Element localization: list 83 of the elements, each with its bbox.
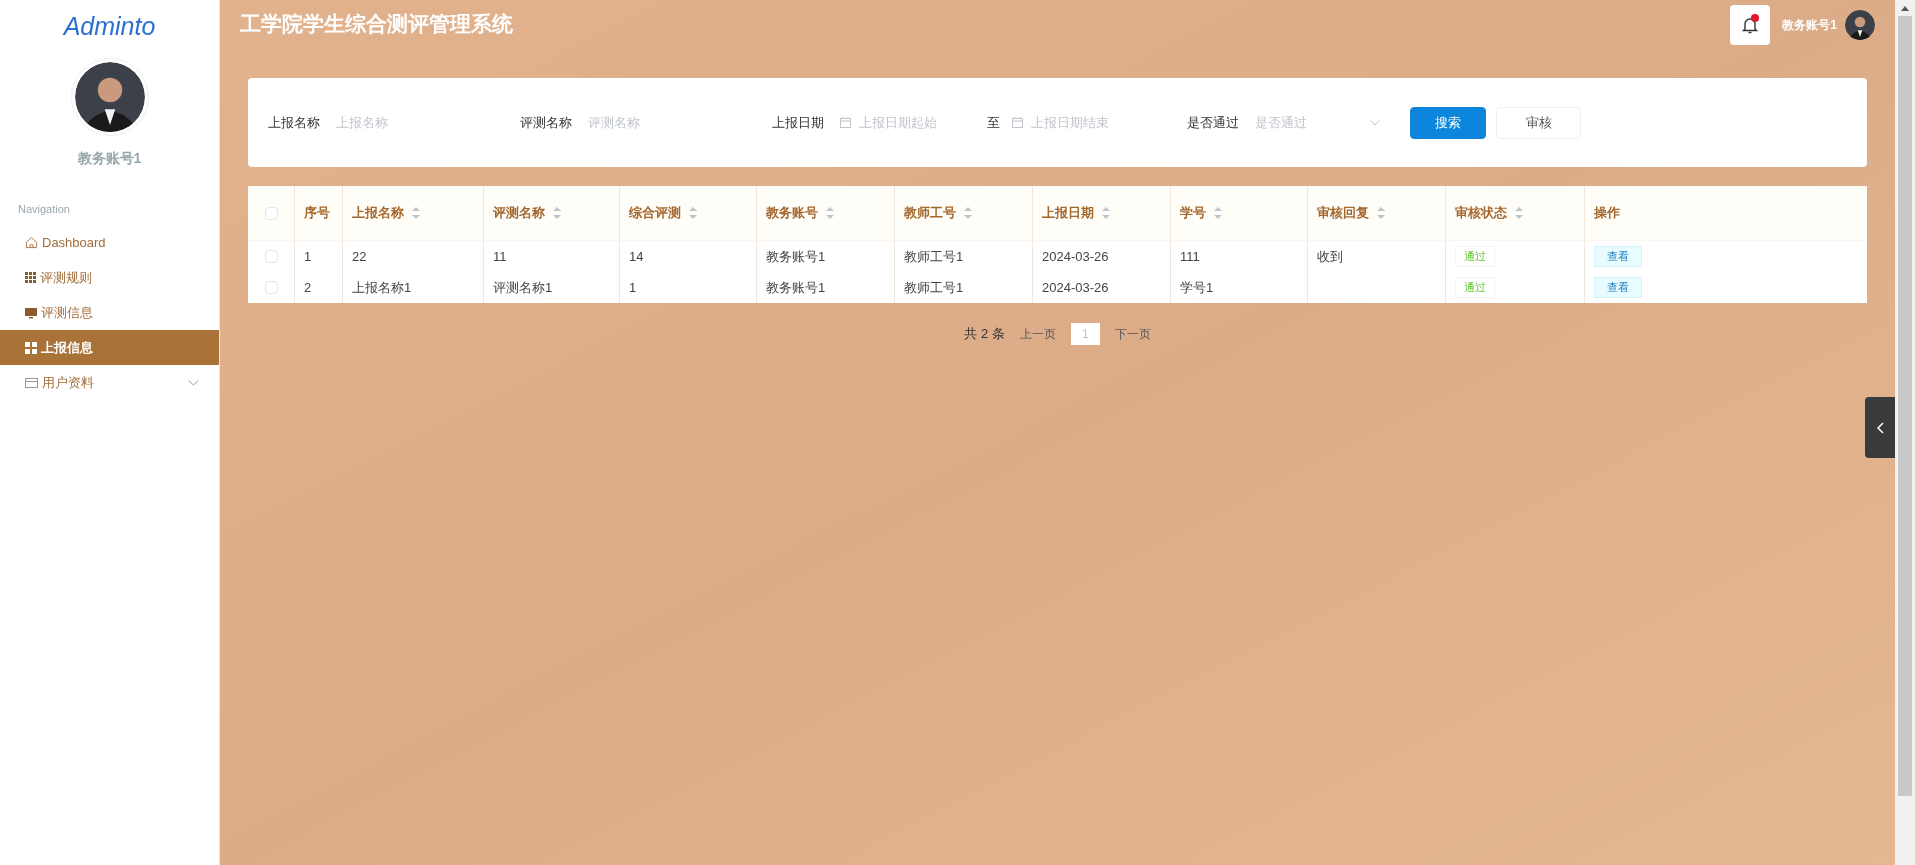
table-cell-text: 收到 [1317, 247, 1343, 266]
table-cell-text: 14 [629, 247, 644, 266]
chevron-left-icon [1876, 421, 1884, 434]
review-button[interactable]: 审核 [1496, 106, 1581, 139]
checkbox[interactable] [264, 281, 278, 294]
column-header[interactable]: 上报名称 [343, 186, 484, 240]
bell-icon [1742, 16, 1759, 34]
table-cell-text: 学号1 [1180, 278, 1214, 297]
filter-label: 上报日期 [772, 113, 824, 132]
table-cell-text: 2024-03-26 [1042, 278, 1109, 297]
table-cell-text: 2024-03-26 [1042, 247, 1109, 266]
sort-icon[interactable] [412, 207, 420, 219]
column-header[interactable]: 上报日期 [1033, 186, 1171, 240]
table-cell-text: 教师工号1 [904, 247, 964, 266]
sort-icon[interactable] [553, 207, 561, 219]
text-field[interactable]: 评测名称 [588, 112, 698, 133]
table-cell-text: 1 [629, 278, 637, 297]
text-field[interactable]: 上报名称 [336, 112, 446, 133]
notification-button[interactable] [1730, 5, 1771, 45]
sort-icon[interactable] [689, 207, 697, 219]
table-cell-text: 22 [352, 247, 367, 266]
table-cell-text: 评测名称1 [493, 278, 553, 297]
scrollbar-thumb[interactable] [1898, 16, 1912, 796]
column-header[interactable]: 学号 [1171, 186, 1308, 240]
nav-item[interactable]: 上报信息 [0, 330, 219, 365]
header-user-name: 教务账号1 [1782, 17, 1837, 34]
column-header[interactable]: 教师工号 [895, 186, 1033, 240]
avatar [74, 61, 145, 132]
table-cell-text: 2 [304, 278, 312, 297]
scroll-up-icon[interactable] [1901, 6, 1909, 11]
total-count: 共 2 条 [964, 325, 1005, 344]
filter-label: 评测名称 [520, 113, 572, 132]
range-separator: 至 [987, 113, 1000, 132]
table-cell-text: 教务账号1 [766, 247, 826, 266]
checkbox[interactable] [264, 206, 278, 220]
column-header[interactable]: 评测名称 [484, 186, 620, 240]
sort-icon[interactable] [826, 207, 834, 219]
status-tag: 通过 [1455, 277, 1495, 298]
app-title: 工学院学生综合测评管理系统 [240, 11, 513, 39]
nav-item[interactable]: 评测信息 [0, 295, 219, 330]
chevron-down-icon [188, 379, 199, 386]
table-cell-text: 教务账号1 [766, 278, 826, 297]
table-cell-text: 1 [304, 247, 312, 266]
prev-page-link[interactable]: 上一页 [1019, 325, 1056, 343]
table-cell-text: 教师工号1 [904, 278, 964, 297]
home-icon [25, 236, 38, 249]
column-header[interactable]: 序号 [295, 186, 343, 240]
calendar-icon [840, 117, 851, 128]
nav-item[interactable]: 评测规则 [0, 260, 219, 295]
nav-item[interactable]: 用户资料 [0, 365, 219, 400]
column-header[interactable]: 教务账号 [757, 186, 895, 240]
sort-icon[interactable] [1377, 207, 1385, 219]
header-avatar [1845, 10, 1875, 40]
view-button[interactable]: 查看 [1594, 246, 1642, 267]
sort-icon[interactable] [1102, 207, 1110, 219]
chevron-down-icon [1370, 119, 1380, 126]
tiles-icon [25, 341, 37, 354]
checkbox[interactable] [264, 250, 278, 263]
nav-item[interactable]: Dashboard [0, 225, 219, 260]
monitor-icon [25, 306, 37, 319]
column-header[interactable]: 操作 [1585, 186, 1867, 240]
card-icon [25, 376, 38, 389]
grid-icon [25, 272, 36, 283]
side-panel-toggle[interactable] [1865, 397, 1895, 458]
sort-icon[interactable] [1214, 207, 1222, 219]
column-header[interactable]: 综合评测 [620, 186, 757, 240]
user-name: 教务账号1 [77, 148, 142, 168]
next-page-link[interactable]: 下一页 [1114, 325, 1151, 343]
column-header[interactable]: 审核状态 [1446, 186, 1585, 240]
calendar-icon [1012, 117, 1023, 128]
nav-heading: Navigation [18, 201, 71, 217]
column-header[interactable]: 审核回复 [1308, 186, 1446, 240]
filter-label: 上报名称 [268, 113, 320, 132]
status-tag: 通过 [1455, 246, 1495, 267]
table-cell-text: 111 [1180, 247, 1200, 266]
table-cell-text: 11 [493, 247, 507, 266]
table-cell-text: 上报名称1 [352, 278, 412, 297]
sort-icon[interactable] [964, 207, 972, 219]
sort-icon[interactable] [1515, 207, 1523, 219]
search-button[interactable]: 搜索 [1410, 106, 1486, 139]
filter-label: 是否通过 [1187, 113, 1239, 132]
view-button[interactable]: 查看 [1594, 277, 1642, 298]
logo: Adminto [63, 11, 156, 42]
